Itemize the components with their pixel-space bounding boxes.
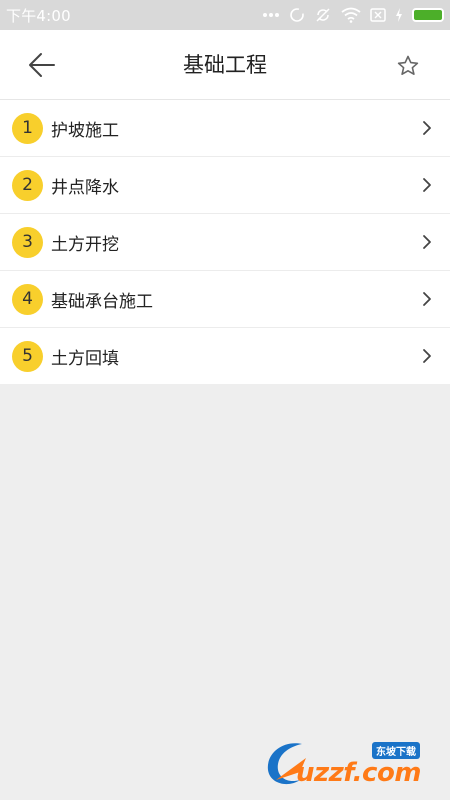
star-outline-icon [397,55,419,75]
chevron-right-icon [422,348,432,364]
status-bar: 下午4:00 [0,0,450,30]
item-label: 土方开挖 [51,234,119,255]
topic-list: 1 护坡施工 2 井点降水 3 土方开挖 4 基础承台施工 5 土方回填 [0,100,450,384]
item-label: 土方回填 [51,348,119,369]
no-sim-icon [370,8,386,22]
item-label: 基础承台施工 [51,291,153,312]
number-badge: 2 [12,169,43,201]
battery-icon [412,8,444,22]
list-item[interactable]: 4 基础承台施工 [0,271,450,328]
watermark-logo: 东坡下载 uzzf.com [262,736,442,792]
wifi-icon [341,7,361,23]
status-icons [262,0,444,30]
list-item[interactable]: 5 土方回填 [0,328,450,384]
status-time: 下午4:00 [6,6,71,25]
sync-icon [289,7,305,23]
header: 基础工程 [0,30,450,100]
number-badge: 3 [12,226,43,258]
chevron-right-icon [422,234,432,250]
more-dots-icon [262,12,280,18]
watermark-text: uzzf.com [296,758,421,788]
number-badge: 1 [12,112,43,144]
number-badge: 5 [12,340,43,372]
item-label: 护坡施工 [51,120,119,141]
item-label: 井点降水 [51,177,119,198]
rotation-lock-icon [314,6,332,24]
list-item[interactable]: 1 护坡施工 [0,100,450,157]
chevron-right-icon [422,177,432,193]
screen: 下午4:00 基础工程 1 护坡施工 2 井点降水 3 土方开挖 4 基础承台施… [0,0,450,800]
number-badge: 4 [12,283,43,315]
charging-icon [395,8,403,22]
page-title: 基础工程 [183,53,267,77]
chevron-right-icon [422,291,432,307]
chevron-right-icon [422,120,432,136]
list-item[interactable]: 2 井点降水 [0,157,450,214]
favorite-button[interactable] [394,52,422,80]
list-item[interactable]: 3 土方开挖 [0,214,450,271]
watermark-subtitle: 东坡下载 [372,742,420,759]
